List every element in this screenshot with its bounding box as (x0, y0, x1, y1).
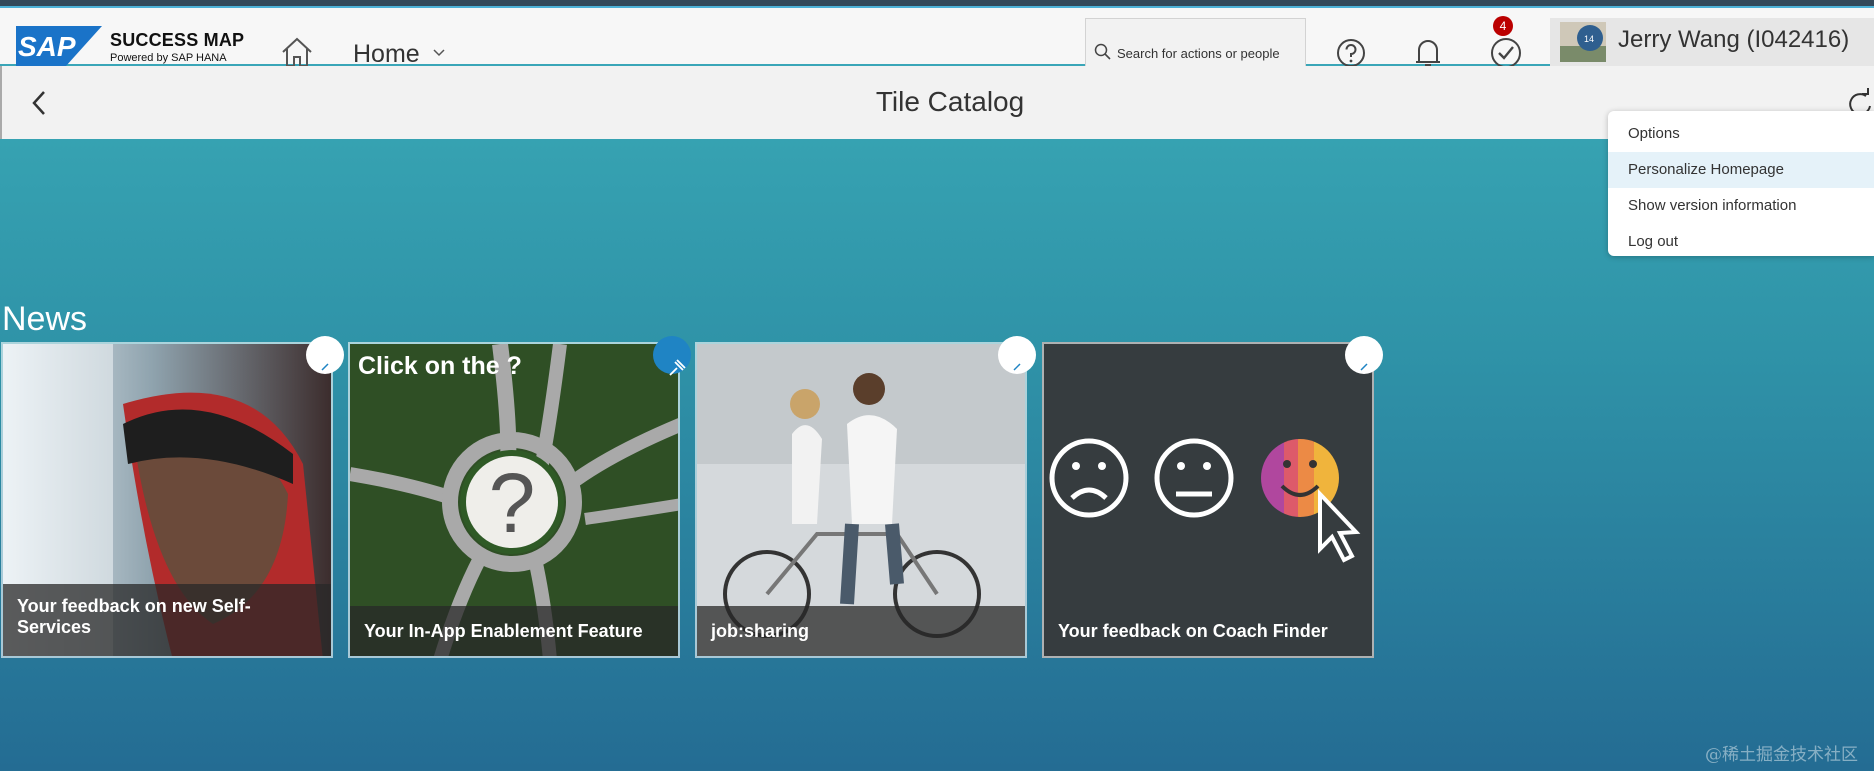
menu-item-personalize-homepage[interactable]: Personalize Homepage (1608, 152, 1874, 188)
chevron-down-icon[interactable] (432, 46, 446, 60)
sap-logo[interactable]: SAP (16, 26, 102, 66)
top-accent-bar (0, 0, 1874, 8)
checkmark-icon[interactable] (1490, 37, 1522, 69)
user-menu-button[interactable]: 14 Jerry Wang (I042416) (1550, 18, 1874, 66)
help-icon[interactable] (1336, 38, 1366, 68)
user-action-menu: Options Personalize Homepage Show versio… (1608, 111, 1874, 256)
search-icon (1094, 43, 1111, 60)
search-placeholder: Search for actions or people (1117, 46, 1280, 61)
menu-item-options[interactable]: Options (1608, 116, 1874, 152)
tile-title: Your feedback on Coach Finder (1044, 606, 1372, 656)
svg-text:SAP: SAP (18, 31, 76, 62)
menu-item-log-out[interactable]: Log out (1608, 224, 1874, 260)
bell-icon[interactable] (1413, 36, 1443, 68)
tile-title: Your In-App Enablement Feature (350, 606, 678, 656)
user-name: Jerry Wang (I042416) (1618, 26, 1850, 53)
pin-button-active[interactable] (653, 336, 691, 376)
brand-title: SUCCESS MAP (110, 30, 245, 50)
pin-icon (1360, 363, 1368, 371)
pin-button[interactable] (1345, 336, 1383, 374)
tile-in-app-enablement[interactable]: ? Click on the ? Your In-App Enablement … (348, 342, 680, 658)
brand: SUCCESS MAP Powered by SAP HANA (110, 30, 244, 64)
pin-icon (321, 363, 329, 371)
watermark: @稀土掘金技术社区 (1705, 745, 1858, 765)
brand-subtitle: Powered by SAP HANA (110, 52, 227, 64)
home-menu-link[interactable]: Home (353, 40, 420, 69)
pin-button[interactable] (306, 336, 344, 374)
page-title: Tile Catalog (875, 86, 1025, 117)
tile-coach-finder-feedback[interactable]: Your feedback on Coach Finder (1042, 342, 1374, 658)
section-title: News (2, 300, 88, 338)
pin-button[interactable] (998, 336, 1036, 374)
tile-job-sharing[interactable]: job:sharing (695, 342, 1027, 658)
home-icon[interactable] (280, 36, 314, 68)
tile-title: Your feedback on new Self-Services (3, 584, 331, 656)
svg-text:14: 14 (1584, 34, 1594, 44)
tile-self-services-feedback[interactable]: Your feedback on new Self-Services (1, 342, 333, 658)
avatar: 14 (1560, 22, 1606, 62)
pin-icon (669, 359, 686, 376)
pin-icon (1013, 363, 1021, 371)
tile-overlay-text: Click on the ? (358, 352, 522, 380)
menu-item-version-info[interactable]: Show version information (1608, 188, 1874, 224)
svg-text:?: ? (489, 456, 536, 550)
notification-badge: 4 (1493, 16, 1513, 36)
search-input[interactable]: Search for actions or people (1085, 18, 1306, 66)
tile-title: job:sharing (697, 606, 1025, 656)
